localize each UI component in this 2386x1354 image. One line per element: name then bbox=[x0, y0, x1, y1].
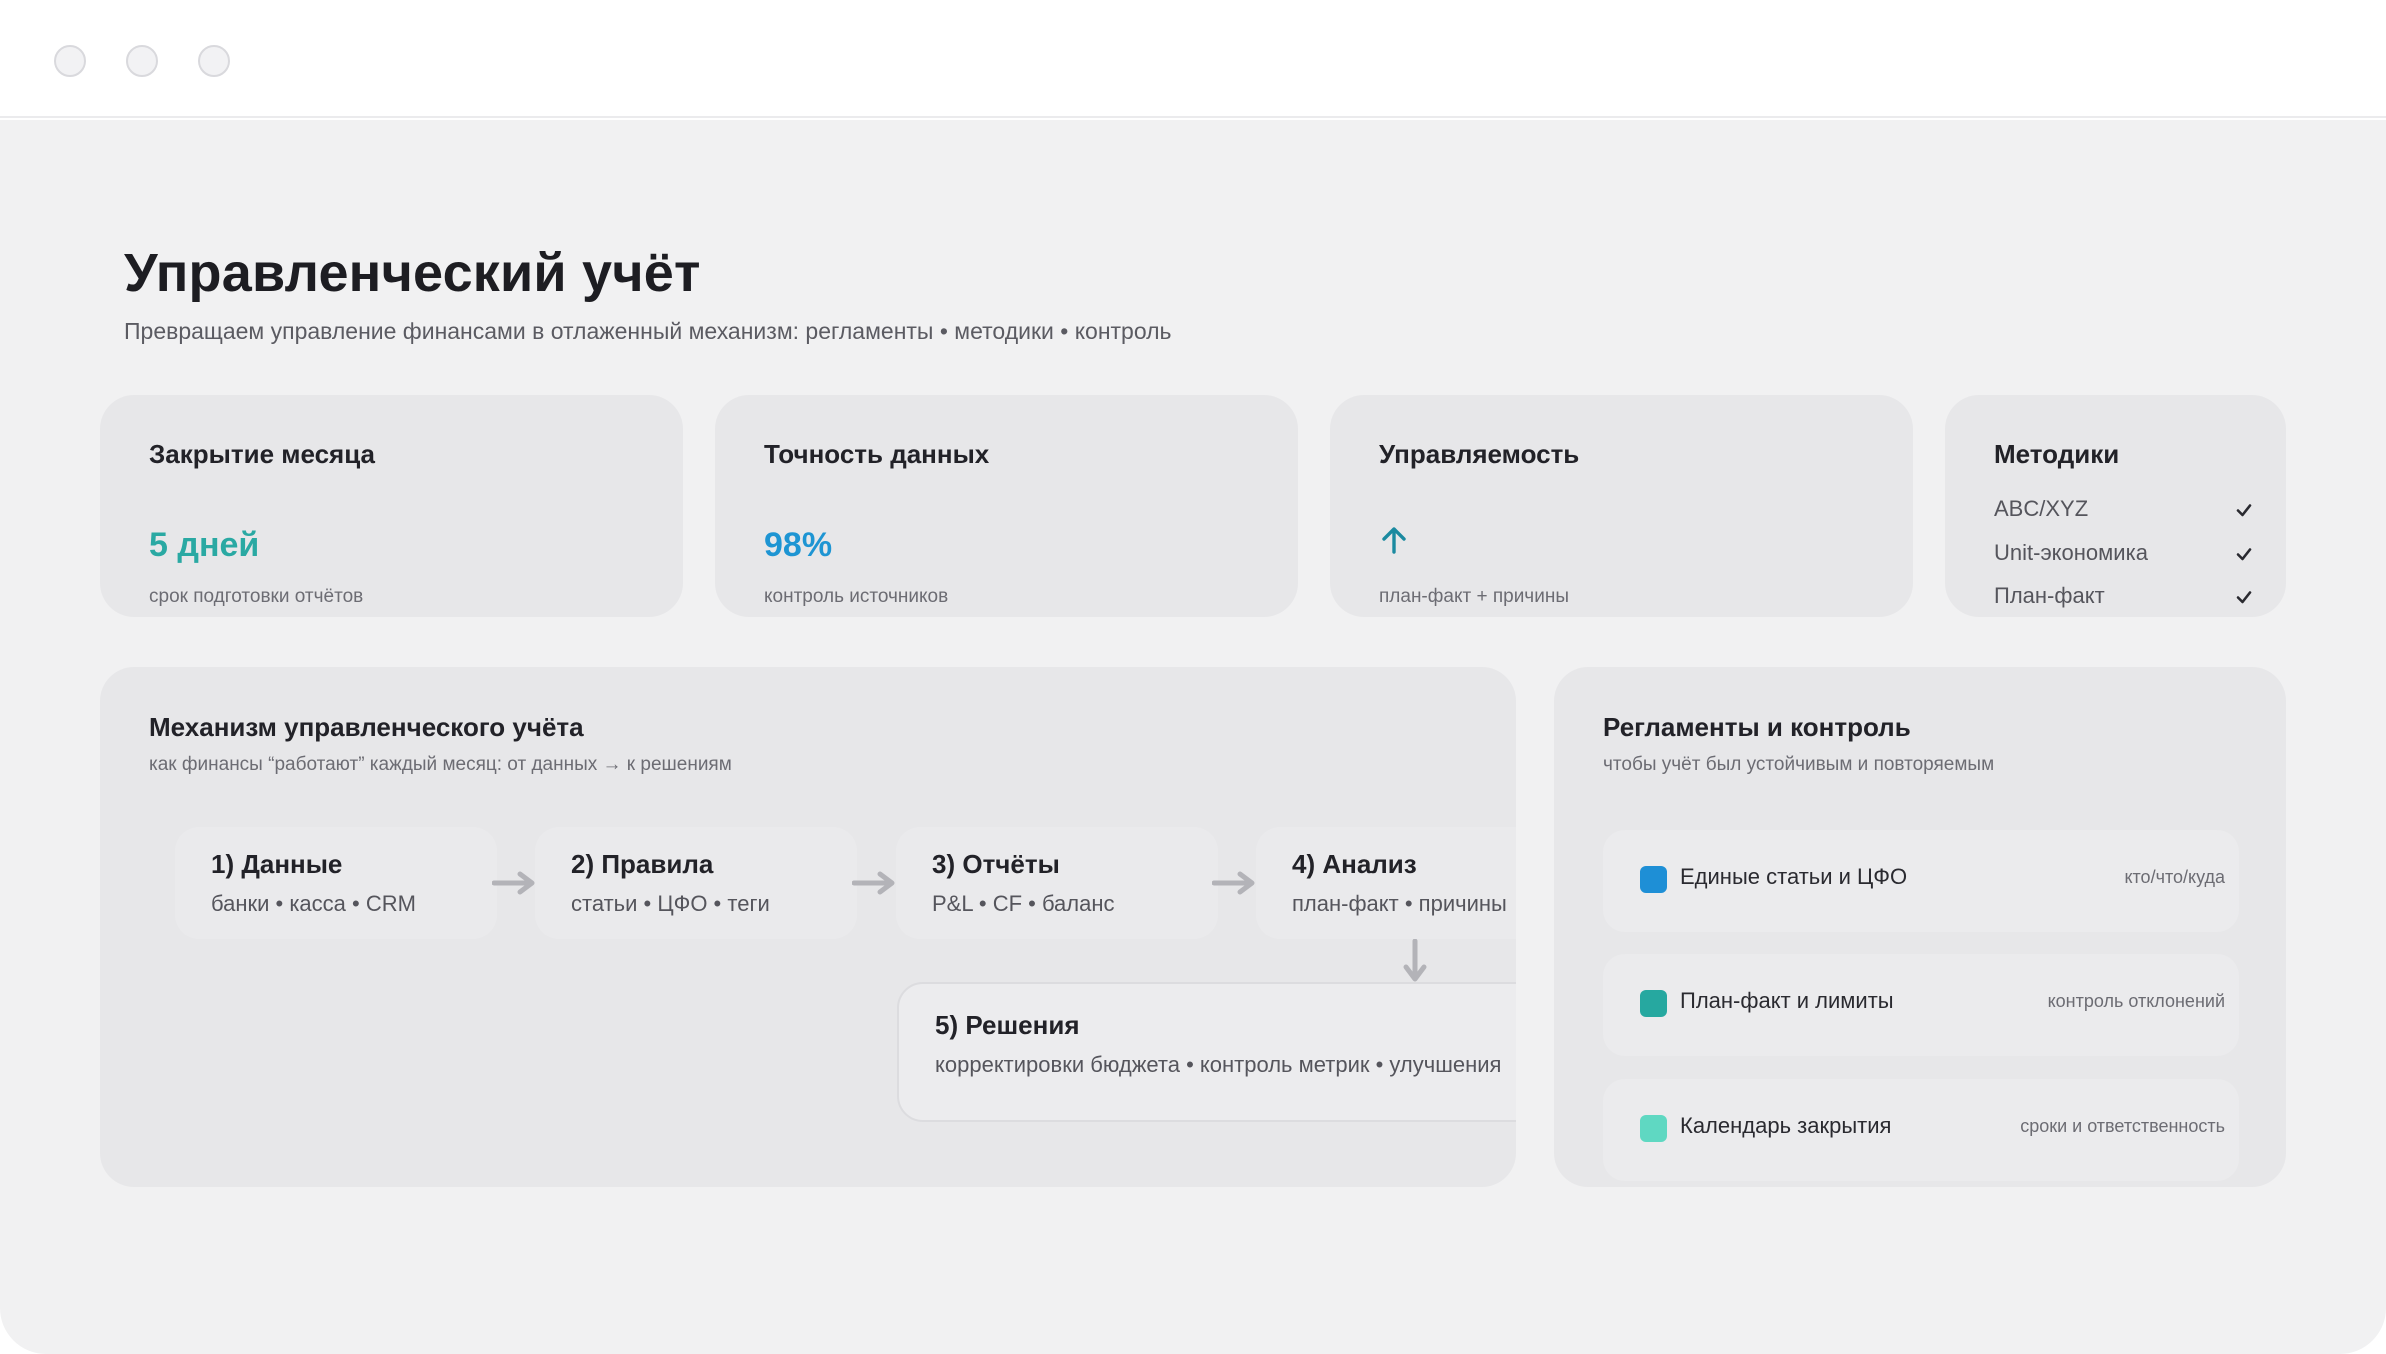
status-dot bbox=[1640, 990, 1667, 1017]
mechanism-panel: Механизм управленческого учёта как финан… bbox=[100, 667, 1516, 1187]
step-title: 5) Решения bbox=[935, 1010, 1080, 1040]
methods-card: Методики ABC/XYZ Unit-экономика План-фак… bbox=[1945, 395, 2286, 617]
kpi-caption: контроль источников bbox=[764, 586, 949, 607]
flow-step-data: 1) Данные банки • касса • CRM bbox=[175, 827, 497, 939]
flow-step-rules: 2) Правила статьи • ЦФО • теги bbox=[535, 827, 857, 939]
page-title: Управленческий учёт bbox=[124, 243, 701, 303]
status-dot bbox=[1640, 1115, 1667, 1142]
page-subtitle: Превращаем управление финансами в отлаже… bbox=[124, 318, 1172, 344]
check-icon bbox=[2236, 548, 2252, 561]
check-icon bbox=[2236, 504, 2252, 517]
flow-step-decisions: 5) Решения корректировки бюджета • контр… bbox=[897, 982, 1516, 1122]
regulations-subtitle: чтобы учёт был устойчивым и повторяемым bbox=[1603, 754, 1995, 775]
flow-step-analysis: 4) Анализ план-факт • причины bbox=[1256, 827, 1516, 939]
arrow-right-icon bbox=[852, 871, 895, 895]
regulation-label: План-факт и лимиты bbox=[1680, 988, 1894, 1013]
kpi-card-manageability: Управляемость план-факт + причины bbox=[1330, 395, 1913, 617]
kpi-value: 5 дней bbox=[149, 526, 260, 564]
method-label: ABC/XYZ bbox=[1994, 496, 2089, 521]
kpi-caption: срок подготовки отчётов bbox=[149, 586, 364, 607]
step-title: 2) Правила bbox=[571, 849, 714, 879]
regulation-item-plan-fact: План-факт и лимиты контроль отклонений bbox=[1603, 954, 2239, 1056]
mechanism-subtitle: как финансы “работают” каждый месяц: от … bbox=[149, 754, 732, 775]
arrow-up-icon bbox=[1382, 527, 1406, 554]
window-titlebar bbox=[0, 0, 2386, 118]
mechanism-title: Механизм управленческого учёта bbox=[149, 712, 584, 742]
window-minimize-button[interactable] bbox=[126, 45, 158, 77]
kpi-caption: план-факт + причины bbox=[1379, 586, 1569, 607]
kpi-card-data-accuracy: Точность данных 98% контроль источников bbox=[715, 395, 1298, 617]
step-subtitle: банки • касса • CRM bbox=[211, 891, 416, 916]
kpi-title: Точность данных bbox=[764, 439, 990, 469]
step-title: 4) Анализ bbox=[1292, 849, 1417, 879]
method-item: ABC/XYZ bbox=[1994, 496, 2254, 526]
method-label: План-факт bbox=[1994, 583, 2105, 608]
kpi-title: Управляемость bbox=[1379, 439, 1580, 469]
regulation-note: кто/что/куда bbox=[2124, 867, 2225, 887]
arrow-right-icon bbox=[1212, 871, 1255, 895]
regulations-panel: Регламенты и контроль чтобы учёт был уст… bbox=[1554, 667, 2286, 1187]
step-subtitle: план-факт • причины bbox=[1292, 891, 1507, 916]
step-subtitle: корректировки бюджета • контроль метрик … bbox=[935, 1052, 1502, 1077]
arrow-down-icon bbox=[1403, 939, 1427, 982]
step-title: 1) Данные bbox=[211, 849, 343, 879]
regulation-item-calendar: Календарь закрытия сроки и ответственнос… bbox=[1603, 1079, 2239, 1181]
step-subtitle: P&L • CF • баланс bbox=[932, 891, 1115, 916]
status-dot bbox=[1640, 866, 1667, 893]
flow-step-reports: 3) Отчёты P&L • CF • баланс bbox=[896, 827, 1218, 939]
regulations-title: Регламенты и контроль bbox=[1603, 712, 1911, 742]
arrow-right-icon bbox=[492, 871, 535, 895]
check-icon bbox=[2236, 591, 2252, 604]
mechanism-flow: Механизм управленческого учёта как финан… bbox=[100, 667, 1516, 1187]
method-item: План-факт bbox=[1994, 583, 2254, 613]
main-content: Управленческий учёт Превращаем управлени… bbox=[0, 120, 2386, 1354]
kpi-value: 98% bbox=[764, 526, 833, 564]
method-label: Unit-экономика bbox=[1994, 540, 2148, 565]
regulation-note: сроки и ответственность bbox=[2020, 1116, 2225, 1136]
kpi-title: Закрытие месяца bbox=[149, 439, 375, 469]
regulation-note: контроль отклонений bbox=[2047, 991, 2225, 1011]
regulation-label: Единые статьи и ЦФО bbox=[1680, 864, 1908, 889]
method-item: Unit-экономика bbox=[1994, 540, 2254, 570]
regulation-label: Календарь закрытия bbox=[1680, 1113, 1892, 1138]
window-close-button[interactable] bbox=[54, 45, 86, 77]
kpi-card-month-close: Закрытие месяца 5 дней срок подготовки о… bbox=[100, 395, 683, 617]
step-title: 3) Отчёты bbox=[932, 849, 1060, 879]
regulation-item-articles: Единые статьи и ЦФО кто/что/куда bbox=[1603, 830, 2239, 932]
step-subtitle: статьи • ЦФО • теги bbox=[571, 891, 770, 916]
methods-title: Методики bbox=[1994, 439, 2120, 469]
window-maximize-button[interactable] bbox=[198, 45, 230, 77]
